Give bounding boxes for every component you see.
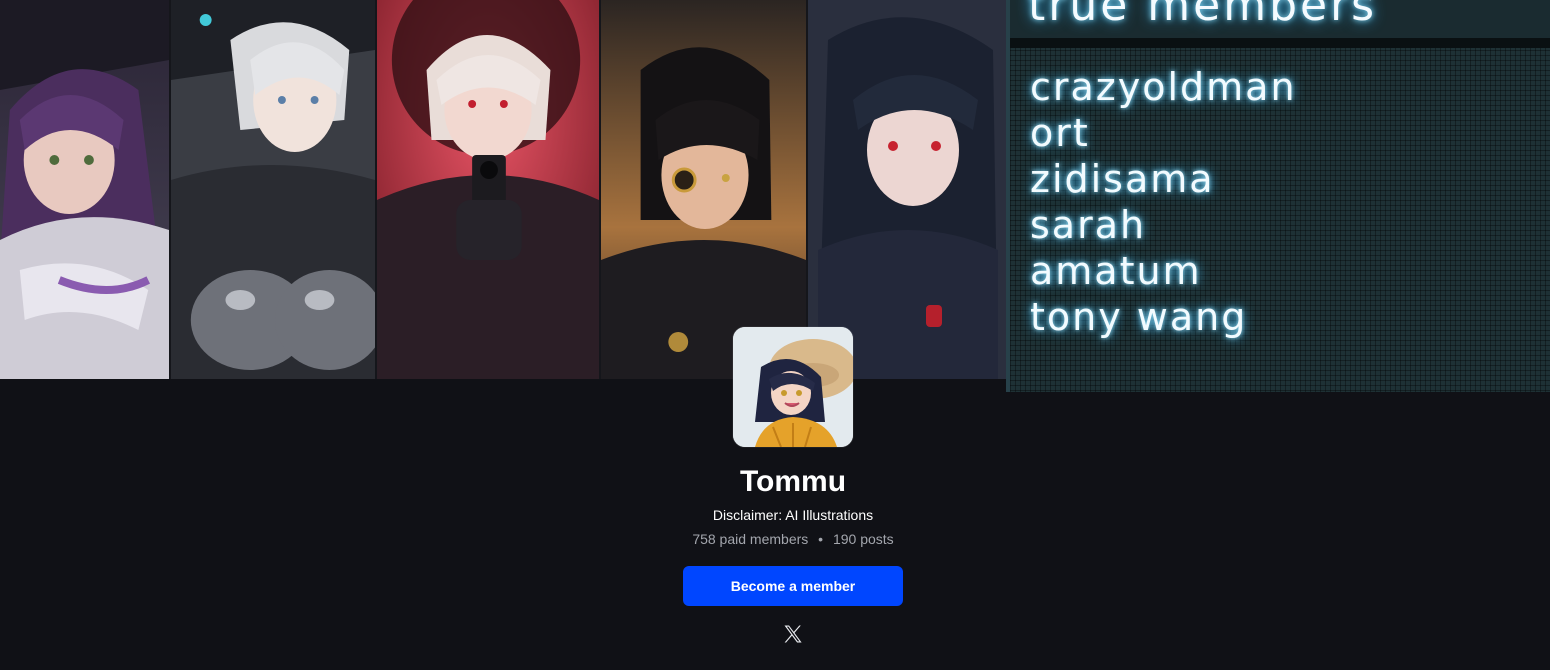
artwork-panel-1 bbox=[0, 0, 171, 379]
member-list: crazyoldman ort zidisama sarah amatum to… bbox=[1030, 64, 1297, 340]
creator-tagline: Disclaimer: AI Illustrations bbox=[712, 507, 874, 523]
board-title: true members bbox=[1028, 0, 1378, 31]
cover-artwork bbox=[0, 0, 1008, 379]
x-social-link[interactable] bbox=[781, 622, 805, 646]
x-logo-icon bbox=[784, 625, 802, 643]
creator-name: Tommu bbox=[739, 465, 847, 498]
artwork-panel-4 bbox=[601, 0, 808, 379]
creator-page: true members crazyoldman ort zidisama sa… bbox=[0, 0, 1550, 670]
artwork-panel-2 bbox=[171, 0, 377, 379]
creator-avatar bbox=[733, 327, 853, 447]
member-name: crazyoldman bbox=[1030, 65, 1297, 109]
creator-stats: 758 paid members • 190 posts bbox=[0, 530, 1550, 548]
member-name: tony wang bbox=[1030, 295, 1248, 339]
paid-members-count: 758 paid members bbox=[692, 531, 809, 547]
artwork-panel-5 bbox=[808, 0, 1008, 379]
board-title-bar: true members bbox=[1010, 0, 1550, 38]
posts-count: 190 posts bbox=[832, 531, 894, 547]
banner-bottom-strip bbox=[0, 379, 1008, 392]
member-name: amatum bbox=[1030, 249, 1202, 293]
board-divider bbox=[1010, 38, 1550, 48]
stats-separator: • bbox=[818, 531, 824, 547]
become-member-button[interactable]: Become a member bbox=[683, 566, 903, 606]
member-name: ort bbox=[1030, 111, 1090, 155]
artwork-panel-3 bbox=[377, 0, 601, 379]
member-name: sarah bbox=[1030, 203, 1147, 247]
member-name: zidisama bbox=[1030, 157, 1215, 201]
true-members-board: true members crazyoldman ort zidisama sa… bbox=[1006, 0, 1550, 392]
